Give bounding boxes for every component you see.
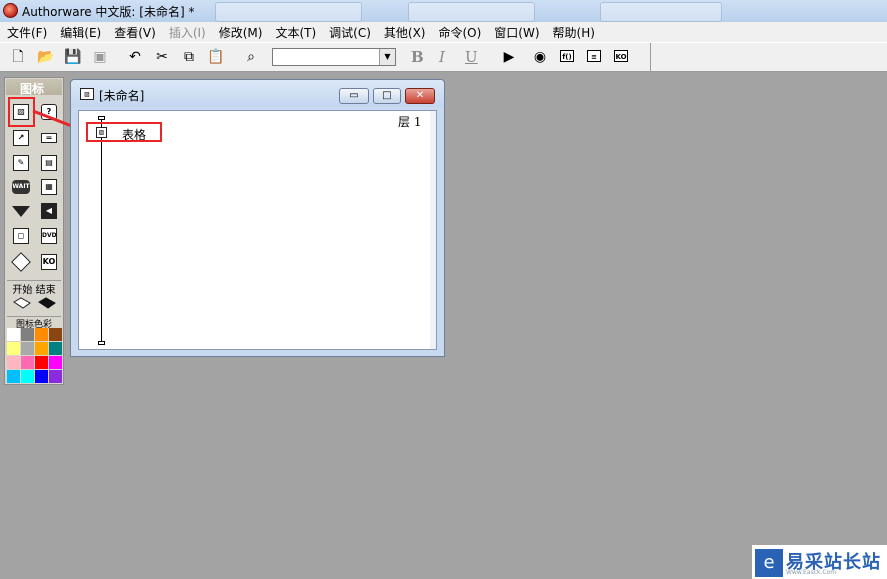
watermark-subtext: Www.Easck.Com (786, 569, 837, 576)
menu-item[interactable]: 帮助(H) (553, 22, 595, 42)
highlight-box (86, 122, 162, 142)
flowline-end-marker (98, 341, 105, 345)
flowline-window-icon: ▨ (80, 88, 94, 100)
menu-item[interactable]: 其他(X) (384, 22, 426, 42)
framework-icon[interactable]: ◻ (11, 226, 31, 246)
new-file-icon[interactable]: 🗋 (9, 48, 27, 66)
undo-icon[interactable]: ↶ (126, 48, 144, 66)
chevron-down-icon[interactable]: ▼ (379, 49, 395, 65)
background-window-tab (600, 2, 722, 22)
background-window-tab (215, 2, 362, 22)
color-swatch[interactable] (21, 356, 34, 369)
flowline (101, 119, 102, 343)
watermark-logo: e (755, 549, 783, 577)
background-window-tab (408, 2, 535, 22)
open-file-icon[interactable]: 📂 (37, 48, 55, 66)
paste-icon[interactable]: 📋 (207, 48, 225, 66)
color-swatch[interactable] (49, 328, 62, 341)
color-swatch[interactable] (35, 342, 48, 355)
close-button[interactable]: ✕ (405, 88, 435, 104)
minimize-button[interactable]: ▭ (339, 88, 369, 104)
menu-bar: 文件(F) 编辑(E) 查看(V) 插入(I) 修改(M) 文本(T) 调试(C) 其他(X)… (0, 22, 887, 42)
bold-button[interactable]: B (411, 48, 424, 66)
flowline-window-title: [未命名] (99, 89, 145, 103)
import-icon[interactable]: ▣ (91, 48, 109, 66)
menu-item[interactable]: 窗口(W) (494, 22, 539, 42)
underline-button[interactable]: U (465, 48, 478, 66)
watermark: e 易采站长站 Www.Easck.Com (752, 545, 887, 579)
color-swatch[interactable] (21, 370, 34, 383)
toolbar-divider (650, 43, 651, 71)
map-icon[interactable]: ▤ (39, 153, 59, 173)
color-swatch[interactable] (35, 370, 48, 383)
knowledge-object-icon[interactable]: KO (39, 252, 59, 272)
color-swatch[interactable] (7, 370, 20, 383)
flowline-window-titlebar[interactable]: ▨ [未命名] ▭ □ ✕ (71, 80, 444, 107)
knowledge-objects-icon[interactable]: KO (614, 50, 628, 62)
color-swatch[interactable] (21, 328, 34, 341)
menu-item[interactable]: 调试(C) (329, 22, 371, 42)
cut-icon[interactable]: ✂ (153, 48, 171, 66)
navigate-icon[interactable] (11, 201, 31, 221)
control-panel-icon[interactable]: ◉ (531, 48, 549, 66)
menu-item[interactable]: 文本(T) (275, 22, 316, 42)
color-swatch[interactable] (7, 328, 20, 341)
flowline-window: ▨ [未命名] ▭ □ ✕ 层 1 ▨ 表格 (70, 79, 445, 357)
run-icon[interactable]: ▶ (500, 48, 518, 66)
sound-icon[interactable]: ◀ (39, 201, 59, 221)
menu-item[interactable]: 插入(I) (169, 22, 206, 42)
flowline-canvas[interactable]: 层 1 ▨ 表格 (78, 110, 437, 350)
color-swatch[interactable] (49, 356, 62, 369)
italic-button[interactable]: I (439, 48, 445, 66)
wait-icon-label: WAIT (12, 180, 30, 194)
title-bar: Authorware 中文版: [未命名] * (0, 0, 887, 23)
copy-icon[interactable]: ⧉ (180, 48, 198, 66)
color-swatch[interactable] (49, 342, 62, 355)
vertical-scrollbar[interactable] (430, 111, 436, 349)
stop-flag-icon[interactable] (38, 297, 56, 309)
color-swatch[interactable] (7, 356, 20, 369)
color-swatches (7, 328, 63, 383)
find-icon[interactable]: ⌕ (242, 48, 260, 66)
wait-icon[interactable]: WAIT (11, 177, 31, 197)
authorware-app-icon[interactable] (3, 3, 18, 18)
decision-icon[interactable] (11, 252, 31, 272)
start-end-label: 开始 结束 (7, 280, 61, 296)
dvd-icon[interactable]: DVD (39, 226, 59, 246)
color-swatch[interactable] (21, 342, 34, 355)
palette-title: 图标 (20, 82, 45, 96)
erase-icon[interactable]: ✎ (11, 153, 31, 173)
menu-item[interactable]: 修改(M) (219, 22, 263, 42)
variables-icon[interactable]: ≡ (587, 50, 601, 62)
color-swatch[interactable] (7, 342, 20, 355)
color-swatch[interactable] (49, 370, 62, 383)
color-swatch[interactable] (35, 328, 48, 341)
motion-icon[interactable]: ↗ (11, 128, 31, 148)
menu-item[interactable]: 命令(O) (438, 22, 481, 42)
digital-movie-icon[interactable]: ▦ (39, 177, 59, 197)
palette-header[interactable]: 图标 (6, 79, 62, 96)
start-flag-icon[interactable] (13, 297, 31, 309)
functions-icon[interactable]: f() (560, 50, 574, 62)
dvd-icon-label: DVD (41, 228, 57, 244)
save-all-icon[interactable]: 💾 (64, 48, 82, 66)
toolbar: 🗋 📂 💾 ▣ ↶ ✂ ⧉ 📋 ⌕ ▼ B I U ▶ ◉ f() ≡ KO (0, 42, 887, 72)
menu-item[interactable]: 查看(V) (114, 22, 156, 42)
menu-item[interactable]: 编辑(E) (60, 22, 101, 42)
window-title: Authorware 中文版: [未命名] * (22, 5, 195, 19)
maximize-button[interactable]: □ (373, 88, 401, 104)
font-select[interactable]: ▼ (272, 48, 396, 66)
color-swatch[interactable] (35, 356, 48, 369)
menu-item[interactable]: 文件(F) (7, 22, 47, 42)
layer-label: 层 1 (398, 115, 422, 129)
